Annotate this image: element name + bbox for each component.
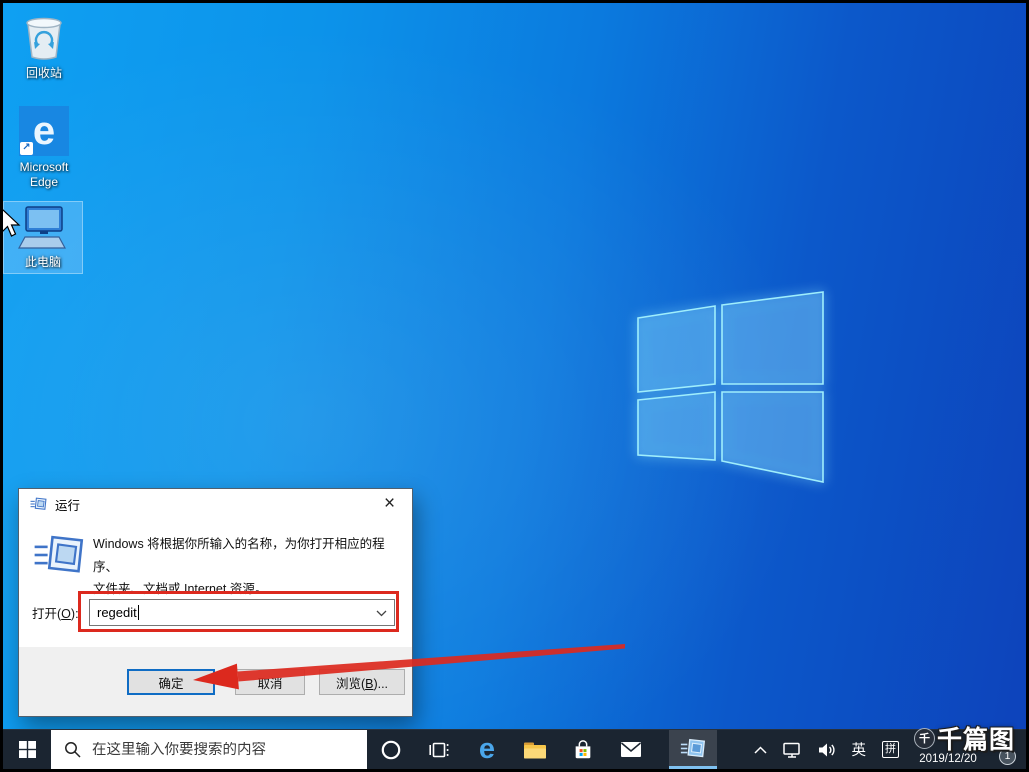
dialog-title: 运行 — [55, 495, 80, 514]
task-view-button[interactable] — [415, 730, 463, 769]
cortana-button[interactable] — [367, 730, 415, 769]
store-button[interactable] — [559, 730, 607, 769]
windows-start-icon — [19, 741, 36, 758]
text-caret — [138, 605, 139, 620]
desktop-icon-label: 此电脑 — [25, 255, 61, 270]
volume-tray-button[interactable] — [810, 730, 844, 769]
desktop-icon-label: 回收站 — [26, 66, 62, 81]
run-dialog-footer: 确定 取消 浏览(B)... — [19, 647, 412, 716]
desktop-icon-recycle-bin[interactable]: 回收站 — [5, 7, 83, 84]
cortana-icon — [380, 739, 402, 761]
search-icon — [64, 741, 81, 758]
ime-language-indicator[interactable]: 英 — [844, 730, 875, 769]
volume-icon — [818, 742, 836, 758]
close-icon[interactable]: × — [367, 489, 412, 518]
desktop-icon-microsoft-edge[interactable]: e ↗ Microsoft Edge — [5, 103, 83, 193]
notification-badge[interactable]: 1 — [999, 748, 1016, 765]
run-app-icon — [680, 738, 706, 759]
desktop-icon-label: Microsoft Edge — [5, 160, 83, 190]
ime-mode-indicator[interactable]: 拼 — [874, 730, 907, 769]
clock-date: 2019/12/20 — [919, 753, 977, 765]
run-dialog-description: Windows 将根据你所输入的名称，为你打开相应的程序、 文件夹、文档或 In… — [93, 533, 409, 601]
chevron-up-icon — [754, 746, 767, 754]
edge-icon: e ↗ — [19, 106, 69, 156]
edge-icon: e — [479, 735, 495, 764]
start-button[interactable] — [3, 730, 51, 769]
run-input[interactable]: regedit — [89, 599, 395, 626]
search-input[interactable] — [92, 742, 342, 758]
screen: 回收站 e ↗ Microsoft Edge 此电脑 — [0, 0, 1029, 772]
run-dialog-titlebar[interactable]: 运行 × — [19, 489, 412, 519]
ime-pinyin-icon: 拼 — [882, 741, 899, 758]
ok-button[interactable]: 确定 — [127, 669, 215, 695]
mail-icon — [620, 741, 642, 758]
show-hidden-icons-button[interactable] — [746, 730, 775, 769]
browse-button[interactable]: 浏览(B)... — [319, 669, 405, 695]
file-explorer-icon — [523, 740, 547, 760]
run-app-icon — [30, 497, 47, 511]
mouse-cursor — [3, 208, 21, 238]
shortcut-arrow-badge: ↗ — [20, 142, 33, 155]
taskbar-search-box[interactable] — [51, 730, 367, 769]
taskbar: e — [3, 729, 1026, 769]
this-pc-icon — [17, 205, 69, 251]
run-input-value: regedit — [97, 605, 137, 620]
task-view-icon — [429, 741, 449, 759]
network-tray-button[interactable] — [775, 730, 810, 769]
chevron-down-icon[interactable] — [376, 610, 387, 617]
network-icon — [783, 742, 802, 758]
recycle-bin-icon — [21, 10, 67, 62]
taskbar-edge-button[interactable]: e — [463, 730, 511, 769]
system-tray: 英 拼 2019/12/20 1 — [746, 730, 1027, 769]
taskbar-run-active-button[interactable] — [669, 730, 717, 769]
clock[interactable]: 2019/12/20 — [907, 730, 989, 769]
open-field-label: 打开(O): — [32, 603, 79, 622]
cancel-button[interactable]: 取消 — [235, 669, 305, 695]
file-explorer-button[interactable] — [511, 730, 559, 769]
store-icon — [572, 739, 594, 761]
mail-button[interactable] — [607, 730, 655, 769]
desktop-wallpaper: 回收站 e ↗ Microsoft Edge 此电脑 — [3, 3, 1026, 729]
run-dialog-icon — [33, 533, 85, 577]
run-dialog: 运行 × Windows 将根据你所输入的名称，为你打开相应的程序、 文件夹、文… — [18, 488, 413, 717]
